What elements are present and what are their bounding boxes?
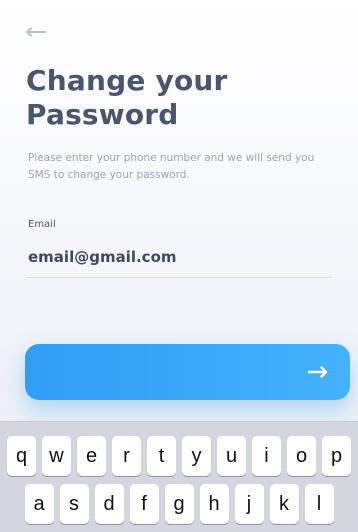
instruction-text: Please enter your phone number and we wi… — [28, 152, 315, 181]
key-g[interactable]: g — [164, 484, 194, 524]
key-f[interactable]: f — [129, 484, 159, 524]
key-d[interactable]: d — [94, 484, 124, 524]
keyboard-row-1: qwertyuiop — [0, 436, 358, 476]
on-screen-keyboard: qwertyuiop asdfghjkl — [0, 421, 358, 532]
key-i[interactable]: i — [252, 436, 281, 476]
key-p[interactable]: p — [322, 436, 351, 476]
arrow-right-icon — [308, 366, 328, 378]
key-w[interactable]: w — [42, 436, 71, 476]
email-underline — [26, 277, 332, 278]
submit-button[interactable] — [25, 344, 350, 400]
change-password-screen: Change your Password Please enter your p… — [0, 0, 358, 532]
key-e[interactable]: e — [77, 436, 106, 476]
arrow-left-icon — [26, 27, 46, 37]
key-o[interactable]: o — [287, 436, 316, 476]
key-r[interactable]: r — [112, 436, 141, 476]
key-a[interactable]: a — [24, 484, 54, 524]
key-j[interactable]: j — [234, 484, 264, 524]
key-l[interactable]: l — [304, 484, 334, 524]
key-y[interactable]: y — [182, 436, 211, 476]
email-label: Email — [28, 219, 56, 230]
key-t[interactable]: t — [147, 436, 176, 476]
back-button[interactable] — [26, 22, 54, 42]
key-u[interactable]: u — [217, 436, 246, 476]
key-q[interactable]: q — [7, 436, 36, 476]
keyboard-row-2: asdfghjkl — [0, 484, 358, 524]
key-h[interactable]: h — [199, 484, 229, 524]
key-k[interactable]: k — [269, 484, 299, 524]
page-title: Change your Password — [26, 64, 228, 131]
email-field[interactable] — [26, 237, 332, 277]
key-s[interactable]: s — [59, 484, 89, 524]
